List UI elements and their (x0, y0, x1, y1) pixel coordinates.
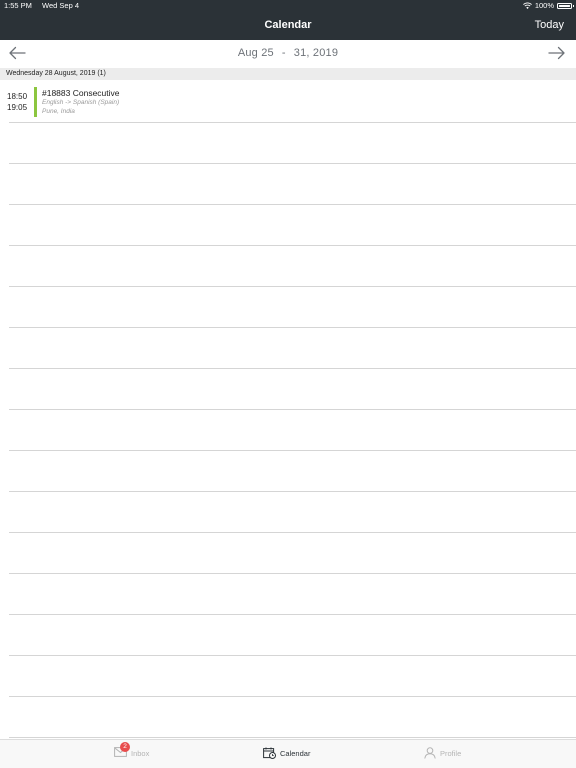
today-button[interactable]: Today (535, 19, 564, 31)
status-time-date: 1:55 PM Wed Sep 4 (4, 1, 79, 10)
event-languages: English -> Spanish (Spain) (42, 99, 120, 106)
week-start: Aug 25 (237, 47, 274, 59)
day-header: Wednesday 28 August, 2019 (1) (0, 68, 576, 80)
tab-profile[interactable]: Profile (424, 747, 461, 759)
row-divider (9, 573, 576, 574)
status-bar: 1:55 PM Wed Sep 4 100% (0, 0, 576, 12)
row-divider (9, 163, 576, 164)
row-divider (9, 368, 576, 369)
calendar-event[interactable]: 18:50 19:05 #18883 Consecutive English -… (0, 81, 576, 122)
week-separator: - (281, 47, 286, 59)
row-divider (9, 122, 576, 123)
event-times: 18:50 19:05 (7, 91, 27, 113)
tab-inbox-label: Inbox (131, 748, 150, 758)
week-range: Aug 25-31, 2019 (0, 47, 576, 59)
status-indicators: 100% (522, 1, 574, 10)
battery-percent: 100% (534, 1, 554, 10)
event-end-time: 19:05 (7, 103, 28, 112)
event-accent-bar (34, 87, 37, 117)
row-divider (9, 450, 576, 451)
inbox-badge: 2 (120, 742, 130, 752)
tab-calendar[interactable]: Calendar (263, 747, 310, 759)
row-divider (9, 491, 576, 492)
row-divider (9, 696, 576, 697)
battery-icon (557, 2, 574, 9)
row-divider (9, 614, 576, 615)
tab-calendar-label: Calendar (280, 748, 311, 758)
person-icon (424, 747, 436, 759)
calendar-clock-icon (263, 747, 276, 759)
week-end: 31, 2019 (293, 47, 339, 59)
status-time: 1:55 PM (4, 1, 32, 10)
wifi-icon (522, 2, 532, 9)
event-location: Pune, India (42, 108, 75, 115)
row-divider (9, 737, 576, 738)
inbox-icon-wrap: 2 (114, 742, 131, 759)
row-divider (9, 327, 576, 328)
next-week-arrow-icon[interactable] (548, 46, 566, 60)
event-start-time: 18:50 (7, 92, 28, 101)
row-divider (9, 204, 576, 205)
row-divider (9, 532, 576, 533)
nav-bar: Calendar Today (0, 12, 576, 40)
day-header-label: Wednesday 28 August, 2019 (1) (6, 70, 106, 77)
status-date: Wed Sep 4 (42, 1, 80, 10)
week-navigator: Aug 25-31, 2019 (0, 40, 576, 68)
page-title: Calendar (264, 19, 312, 31)
row-divider (9, 655, 576, 656)
event-title: #18883 Consecutive (42, 88, 120, 98)
tab-bar: 2 Inbox Calendar Profile (0, 739, 576, 768)
tab-profile-label: Profile (440, 748, 462, 758)
row-divider (9, 409, 576, 410)
tab-inbox[interactable]: 2 Inbox (114, 742, 150, 759)
row-divider (9, 286, 576, 287)
row-divider (9, 245, 576, 246)
